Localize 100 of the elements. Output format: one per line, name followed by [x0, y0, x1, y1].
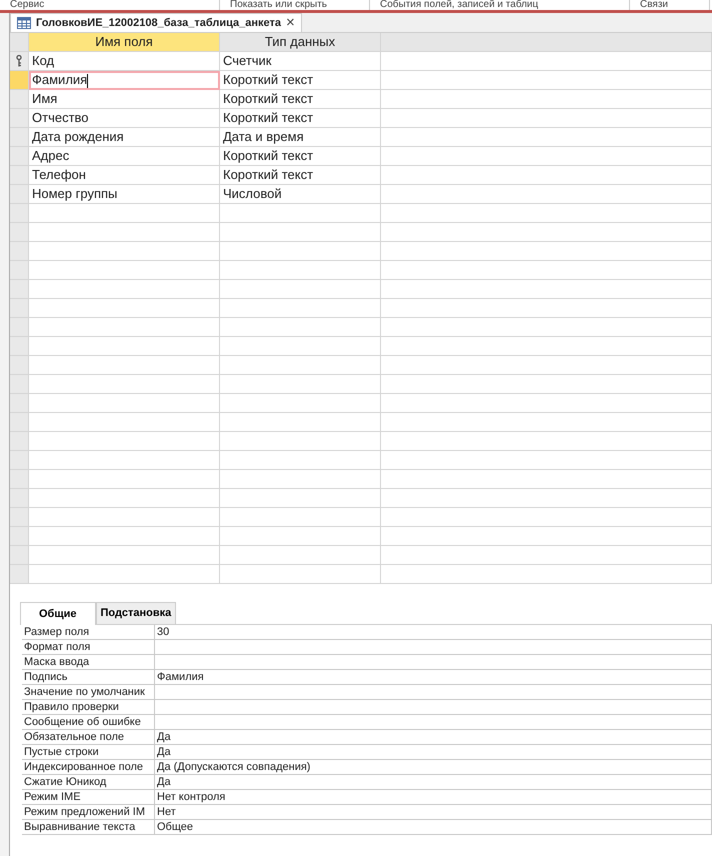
table-cell: Числовой: [220, 185, 381, 204]
empty-cell[interactable]: [381, 394, 712, 413]
description-cell[interactable]: [381, 185, 712, 204]
empty-cell[interactable]: [220, 299, 381, 318]
property-label: Обязательное поле: [22, 730, 155, 744]
empty-cell[interactable]: [381, 508, 712, 527]
property-tab[interactable]: Подстановка: [96, 602, 176, 624]
empty-cell[interactable]: [220, 489, 381, 508]
empty-cell[interactable]: [381, 280, 712, 299]
empty-cell[interactable]: [220, 223, 381, 242]
description-cell[interactable]: [381, 52, 712, 71]
empty-cell[interactable]: [381, 375, 712, 394]
text-cursor: [87, 74, 88, 88]
property-value[interactable]: [155, 714, 712, 730]
property-value[interactable]: [155, 700, 712, 714]
document-tab[interactable]: ГоловковИЕ_12002108_база_таблица_анкета ×: [10, 13, 302, 32]
empty-cell[interactable]: [381, 223, 712, 242]
empty-cell[interactable]: [220, 375, 381, 394]
property-value[interactable]: Нет контроля: [155, 790, 712, 804]
empty-cell[interactable]: [381, 489, 712, 508]
document-tab-title: ГоловковИЕ_12002108_база_таблица_анкета: [36, 16, 281, 31]
ribbon-group-label: Показать или скрыть: [220, 0, 370, 10]
table-icon: [17, 17, 31, 29]
property-label: Выравнивание текста: [22, 820, 155, 834]
table-cell: Короткий текст: [220, 166, 381, 185]
property-tab[interactable]: Общие: [20, 602, 96, 624]
empty-cell[interactable]: [381, 242, 712, 261]
property-value[interactable]: [155, 684, 712, 700]
empty-cell[interactable]: [220, 413, 381, 432]
empty-cell[interactable]: [220, 451, 381, 470]
empty-cell[interactable]: [381, 299, 712, 318]
property-label: Сжатие Юникод: [22, 774, 155, 790]
table-cell: Короткий текст: [220, 90, 381, 109]
description-cell[interactable]: [381, 166, 712, 185]
table-cell: Код: [29, 52, 220, 71]
description-cell[interactable]: [381, 109, 712, 128]
empty-cell[interactable]: [220, 261, 381, 280]
table-cell: Счетчик: [220, 52, 381, 71]
table-cell: Телефон: [29, 166, 220, 185]
property-label: Маска ввода: [22, 654, 155, 670]
ribbon-group-label: Сервис: [0, 0, 220, 10]
empty-cell[interactable]: [381, 318, 712, 337]
empty-cell[interactable]: [220, 565, 381, 584]
empty-cell[interactable]: [220, 470, 381, 489]
description-cell[interactable]: [381, 147, 712, 166]
empty-cell[interactable]: [381, 356, 712, 375]
property-value[interactable]: Фамилия: [155, 670, 712, 684]
property-value[interactable]: Да: [155, 744, 712, 760]
field-name-input[interactable]: Фамилия: [29, 71, 220, 90]
key-icon: [16, 55, 22, 67]
property-label: Подпись: [22, 670, 155, 684]
empty-cell[interactable]: [381, 261, 712, 280]
property-value[interactable]: Нет: [155, 804, 712, 820]
description-cell[interactable]: [381, 90, 712, 109]
empty-cell[interactable]: [220, 280, 381, 299]
row-selector[interactable]: [10, 52, 29, 71]
empty-cell[interactable]: [220, 318, 381, 337]
table-cell: Короткий текст: [220, 109, 381, 128]
description-cell[interactable]: [381, 71, 712, 90]
property-label: Размер поля: [22, 624, 155, 640]
empty-cell[interactable]: [381, 527, 712, 546]
property-value[interactable]: [155, 654, 712, 670]
property-value[interactable]: Да: [155, 730, 712, 744]
property-value[interactable]: Да: [155, 774, 712, 790]
empty-cell[interactable]: [220, 527, 381, 546]
property-label: Формат поля: [22, 640, 155, 654]
empty-cell[interactable]: [381, 470, 712, 489]
empty-cell[interactable]: [381, 413, 712, 432]
column-header: Имя поля: [29, 33, 220, 52]
field-name-text: Фамилия: [32, 72, 88, 87]
property-value[interactable]: Общее: [155, 820, 712, 834]
property-label: Режим IME: [22, 790, 155, 804]
empty-cell[interactable]: [220, 546, 381, 565]
table-cell: Дата рождения: [29, 128, 220, 147]
property-label: Режим предложений IM: [22, 804, 155, 820]
empty-cell[interactable]: [381, 451, 712, 470]
table-cell: Короткий текст: [220, 71, 381, 90]
empty-cell[interactable]: [220, 508, 381, 527]
property-value[interactable]: 30: [155, 624, 712, 640]
empty-cell[interactable]: [381, 204, 712, 223]
description-cell[interactable]: [381, 128, 712, 147]
empty-cell[interactable]: [220, 432, 381, 451]
property-label: Правило проверки: [22, 700, 155, 714]
table-cell: Отчество: [29, 109, 220, 128]
table-cell: Номер группы: [29, 185, 220, 204]
empty-cell[interactable]: [220, 394, 381, 413]
empty-cell[interactable]: [381, 565, 712, 584]
empty-cell[interactable]: [220, 356, 381, 375]
close-tab-button[interactable]: ×: [286, 16, 295, 30]
property-value[interactable]: Да (Допускаются совпадения): [155, 760, 712, 774]
empty-cell[interactable]: [220, 337, 381, 356]
table-cell: Имя: [29, 90, 220, 109]
empty-cell[interactable]: [381, 432, 712, 451]
empty-cell[interactable]: [220, 242, 381, 261]
empty-cell[interactable]: [220, 204, 381, 223]
empty-cell[interactable]: [381, 546, 712, 565]
empty-cell[interactable]: [381, 337, 712, 356]
property-value[interactable]: [155, 640, 712, 654]
table-cell: Дата и время: [220, 128, 381, 147]
property-label: Пустые строки: [22, 744, 155, 760]
